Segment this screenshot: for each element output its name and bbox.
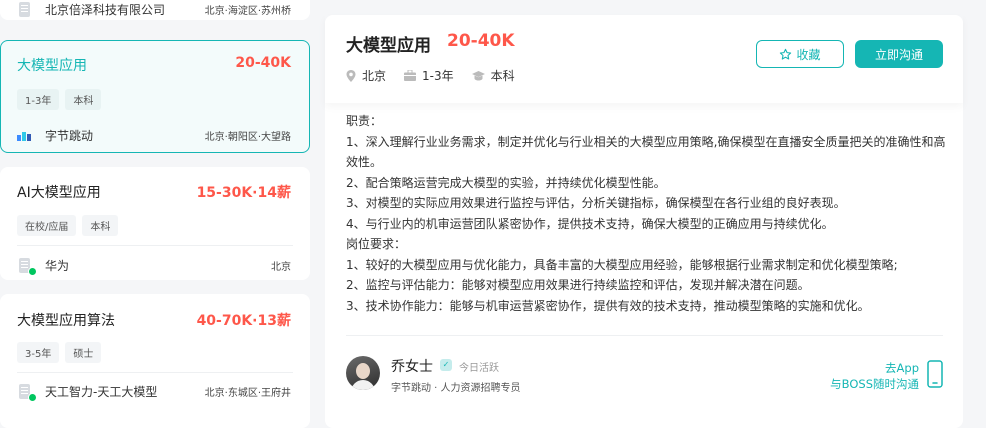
job-tags: 1-3年 本科 (17, 89, 102, 110)
job-location: 北京·朝阳区·大望路 (204, 132, 291, 143)
detail-title: 大模型应用 (346, 36, 431, 56)
chat-now-label: 立即沟通 (874, 47, 923, 62)
job-salary: 15-30K·14薪 (196, 185, 291, 201)
meta-experience-text: 1-3年 (422, 69, 454, 83)
app-link[interactable]: 去App 与BOSS随时沟通 (830, 360, 919, 392)
desc-line: 4、与行业内的机审运营团队紧密协作，提供技术支持，确保大模型的正确应用与持续优化… (346, 216, 834, 231)
meta-city-text: 北京 (362, 69, 387, 83)
chat-now-button[interactable]: 立即沟通 (855, 40, 943, 68)
graduation-cap-icon (471, 70, 485, 80)
meta-experience: 1-3年 (404, 67, 454, 84)
job-list: 北京倍泽科技有限公司 北京·海淀区·苏州桥 大模型应用 20-40K 1-3年 … (0, 0, 310, 428)
desc-line: 效性。 (346, 155, 383, 169)
desc-line: 1、深入理解行业业务需求，制定并优化与行业相关的大模型应用策略,确保模型在直播安… (346, 134, 946, 149)
star-icon (780, 48, 792, 60)
section-divider (346, 335, 943, 336)
desc-line: 2、监控与评估能力：能够对模型应用效果进行持续监控和评估，发现并解决潜在问题。 (346, 278, 810, 292)
tag-experience: 3-5年 (17, 342, 60, 363)
company-logo-icon (17, 383, 37, 402)
meta-degree-text: 本科 (490, 69, 515, 83)
job-description: 职责： 1、深入理解行业业务需求，制定并优化与行业相关的大模型应用策略,确保模型… (346, 111, 946, 316)
tag-degree: 本科 (82, 215, 119, 236)
bytedance-logo-icon (17, 128, 37, 144)
card-divider (17, 372, 293, 373)
desc-line: 3、技术协作能力：能够与机审运营紧密协作，提供有效的技术支持，推动模型策略的实施… (346, 298, 870, 313)
verified-icon: ✓ (440, 359, 452, 371)
briefcase-icon (404, 70, 417, 81)
job-tags: 3-5年 硕士 (17, 342, 102, 363)
tag-experience: 1-3年 (17, 89, 60, 110)
job-location: 北京 (271, 262, 291, 273)
company-logo-icon (17, 257, 37, 276)
recruiter-card: 乔女士 ✓ 今日活跃 字节跳动 · 人力资源招聘专员 去App 与BOSS随时沟… (346, 356, 943, 396)
favorite-button[interactable]: 收藏 (756, 40, 844, 68)
job-title: 大模型应用 (17, 58, 87, 74)
job-location: 北京·海淀区·苏州桥 (204, 6, 291, 17)
company-row: 天工智力-天工大模型 北京·东城区·王府井 (17, 383, 291, 402)
company-row: 字节跳动 北京·朝阳区·大望路 (17, 127, 291, 144)
recruiter-subtitle: 字节跳动 · 人力资源招聘专员 (391, 383, 521, 394)
company-row: 北京倍泽科技有限公司 北京·海淀区·苏州桥 (17, 1, 291, 18)
meta-city: 北京 (346, 67, 386, 84)
detail-salary: 20-40K (447, 31, 515, 51)
card-divider (17, 245, 293, 246)
favorite-label: 收藏 (796, 47, 821, 62)
desc-line: 职责： (346, 114, 383, 128)
location-icon (346, 69, 356, 82)
tag-degree: 本科 (65, 89, 102, 110)
tag-experience: 在校/应届 (17, 215, 77, 236)
job-salary: 20-40K (235, 55, 291, 71)
recruiter-avatar[interactable] (346, 356, 380, 390)
job-title: AI大模型应用 (17, 185, 101, 201)
job-title: 大模型应用算法 (17, 313, 115, 329)
job-salary: 40-70K·13薪 (196, 313, 291, 329)
company-row: 华为 北京 (17, 257, 291, 276)
app-link-line1: 去App (885, 361, 919, 375)
job-card[interactable]: 大模型应用算法 40-70K·13薪 3-5年 硕士 天工智力-天工大模型 北京… (0, 294, 310, 428)
company-name: 华为 (45, 259, 70, 273)
job-tags: 在校/应届 本科 (17, 215, 119, 236)
job-card[interactable]: 北京倍泽科技有限公司 北京·海淀区·苏州桥 (0, 0, 310, 20)
company-logo-icon (17, 1, 37, 18)
company-name: 天工智力-天工大模型 (45, 385, 158, 399)
recruiter-name: 乔女士 (391, 359, 433, 375)
desc-line: 3、对模型的实际应用效果进行监控与评估，分析关键指标，确保模型在各行业组的良好表… (346, 196, 846, 210)
desc-line: 2、配合策略运营完成大模型的实验，并持续优化模型性能。 (346, 175, 666, 190)
recruiter-active-status: 今日活跃 (459, 363, 499, 374)
app-link-line2: 与BOSS随时沟通 (830, 377, 919, 391)
phone-icon[interactable] (927, 360, 943, 388)
job-card-active[interactable]: 大模型应用 20-40K 1-3年 本科 字节跳动 北京·朝阳区·大望路 (0, 40, 310, 153)
job-detail-panel: 大模型应用 20-40K 北京 1-3年 本科 收藏 立即沟通 职责： 1、深入… (325, 15, 963, 428)
desc-line: 岗位要求： (346, 237, 407, 251)
job-location: 北京·东城区·王府井 (204, 388, 291, 399)
desc-line: 1、较好的大模型应用与优化能力，具备丰富的大模型应用经验，能够根据行业需求制定和… (346, 257, 898, 272)
tag-degree: 硕士 (65, 342, 102, 363)
company-name: 北京倍泽科技有限公司 (45, 3, 166, 17)
detail-header: 大模型应用 20-40K 北京 1-3年 本科 收藏 立即沟通 (325, 15, 963, 103)
job-card[interactable]: AI大模型应用 15-30K·14薪 在校/应届 本科 华为 北京 (0, 167, 310, 280)
company-name: 字节跳动 (45, 129, 94, 143)
meta-degree: 本科 (471, 67, 515, 84)
detail-meta: 北京 1-3年 本科 (346, 67, 533, 84)
